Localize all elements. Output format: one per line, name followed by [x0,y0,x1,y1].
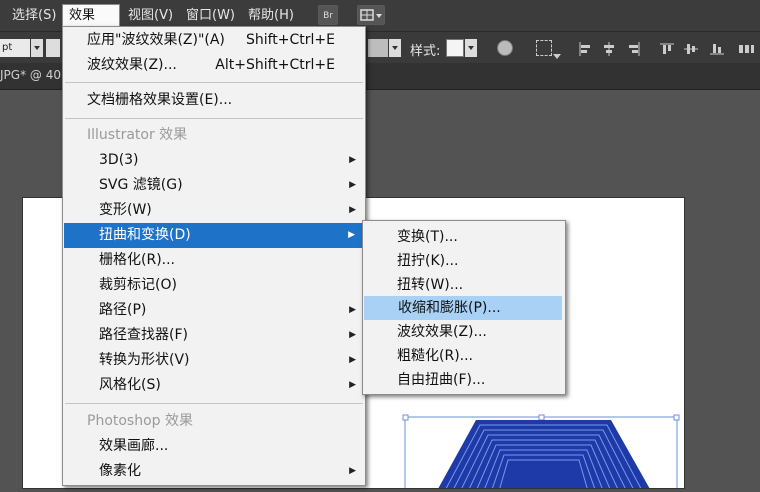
submenu-item-zig-zag[interactable]: 波纹效果(Z)... [363,320,565,344]
selection-handle [402,414,409,421]
align-to-selection-icon[interactable] [536,40,552,56]
align-top-icon[interactable] [660,41,674,55]
menu-item-convert-to-shape[interactable]: 转换为形状(V) ▶ [63,348,365,373]
graphic-style-swatch[interactable] [446,39,464,57]
menu-item-label: 3D(3) [99,152,139,168]
menu-item-label: 应用"波纹效果(Z)"(A) [87,32,225,48]
menu-item-effect-gallery[interactable]: 效果画廊... [63,434,365,459]
menu-item-warp[interactable]: 变形(W) ▶ [63,198,365,223]
hexagon-shape [436,420,652,492]
arrange-documents-button[interactable] [357,5,385,25]
distort-transform-submenu: 变换(T)... 扭拧(K)... 扭转(W)... 收缩和膨胀(P)... 波… [362,220,566,395]
menu-item-document-raster-settings[interactable]: 文档栅格效果设置(E)... [63,88,365,113]
menu-item-rasterize[interactable]: 栅格化(R)... [63,248,365,273]
menu-separator [65,403,363,404]
stroke-weight-field[interactable]: pt [0,39,30,57]
selection-handle [538,414,545,421]
graphic-style-dropdown[interactable] [465,39,477,57]
submenu-arrow-icon: ▶ [349,466,356,476]
menu-item-label: 像素化 [99,463,141,479]
menu-help[interactable]: 帮助(H) [242,5,300,26]
align-bottom-icon[interactable] [710,41,724,55]
dropdown-icon [392,46,398,50]
document-tab[interactable]: JPG* @ 40 [0,68,61,82]
dropdown-icon [553,54,561,59]
arrange-documents-icon [360,9,382,21]
menu-item-label: 风格化(S) [99,377,161,393]
stroke-profile-dropdown[interactable] [46,39,60,57]
align-right-icon[interactable] [627,41,641,56]
menu-item-distort-transform[interactable]: 扭曲和变换(D) ▶ [64,223,364,248]
menu-item-label: 转换为形状(V) [99,352,190,368]
submenu-item-free-distort[interactable]: 自由扭曲(F)... [363,368,565,392]
menu-item-svg-filters[interactable]: SVG 滤镜(G) ▶ [63,173,365,198]
menu-item-label: SVG 滤镜(G) [99,177,183,193]
submenu-arrow-icon: ▶ [349,155,356,165]
opacity-dropdown[interactable] [389,39,401,57]
effect-menu: 应用"波纹效果(Z)"(A) Shift+Ctrl+E 波纹效果(Z)... A… [62,26,366,486]
submenu-arrow-icon: ▶ [349,205,356,215]
menu-item-apply-last-effect[interactable]: 应用"波纹效果(Z)"(A) Shift+Ctrl+E [63,28,365,53]
menu-item-label: 路径查找器(F) [99,327,188,343]
submenu-arrow-icon: ▶ [348,230,355,240]
menu-window[interactable]: 窗口(W) [180,5,241,26]
selection-handle [673,414,680,421]
photoshop-effects-header: Photoshop 效果 [87,413,194,429]
opacity-field[interactable] [368,39,388,57]
distribute-icon[interactable] [738,41,754,55]
menu-item-3d[interactable]: 3D(3) ▶ [63,148,365,173]
menu-item-pixelate[interactable]: 像素化 ▶ [63,459,365,484]
submenu-arrow-icon: ▶ [349,305,356,315]
menu-select[interactable]: 选择(S) [6,5,62,26]
align-dropdown[interactable] [553,45,561,59]
menu-view[interactable]: 视图(V) [122,5,179,26]
menu-separator [65,118,363,119]
menu-item-label: 文档栅格效果设置(E)... [87,92,233,108]
menu-item-stylize[interactable]: 风格化(S) ▶ [63,373,365,398]
submenu-item-pucker-bloat[interactable]: 收缩和膨胀(P)... [364,296,562,320]
menu-separator [65,82,363,83]
align-left-icon[interactable] [578,41,592,56]
illustrator-effects-header: Illustrator 效果 [87,127,188,143]
menu-item-shortcut: Shift+Ctrl+E [245,32,335,48]
menu-item-crop-marks[interactable]: 裁剪标记(O) [63,273,365,298]
submenu-item-transform[interactable]: 变换(T)... [363,225,565,249]
submenu-arrow-icon: ▶ [349,355,356,365]
submenu-arrow-icon: ▶ [349,180,356,190]
menu-item-label: 波纹效果(Z)... [87,57,177,73]
menu-item-label: 栅格化(R)... [99,252,176,268]
submenu-arrow-icon: ▶ [349,380,356,390]
recolor-artwork-icon[interactable] [497,40,513,56]
submenu-item-roughen[interactable]: 粗糙化(R)... [363,344,565,368]
submenu-arrow-icon: ▶ [349,330,356,340]
menu-item-pathfinder[interactable]: 路径查找器(F) ▶ [63,323,365,348]
menu-effect[interactable]: 效果(C) [62,4,120,44]
align-center-icon[interactable] [602,41,616,56]
menu-item-label: 效果画廊... [99,438,169,454]
menu-item-path[interactable]: 路径(P) ▶ [63,298,365,323]
menu-item-label: 变形(W) [99,202,152,218]
menu-item-label: 裁剪标记(O) [99,277,177,293]
menu-item-shortcut: Alt+Shift+Ctrl+E [215,57,335,73]
submenu-item-tweak[interactable]: 扭拧(K)... [363,249,565,273]
align-middle-icon[interactable] [684,41,698,55]
menu-item-label: 路径(P) [99,302,147,318]
menu-item-label: 扭曲和变换(D) [99,227,191,243]
submenu-item-twist[interactable]: 扭转(W)... [363,273,565,297]
style-label: 样式: [410,44,441,59]
bridge-button[interactable]: Br [318,5,338,25]
menu-item-last-effect[interactable]: 波纹效果(Z)... Alt+Shift+Ctrl+E [63,53,365,78]
dropdown-icon [34,46,40,50]
dropdown-icon [468,46,474,50]
stroke-weight-dropdown[interactable] [31,39,43,57]
